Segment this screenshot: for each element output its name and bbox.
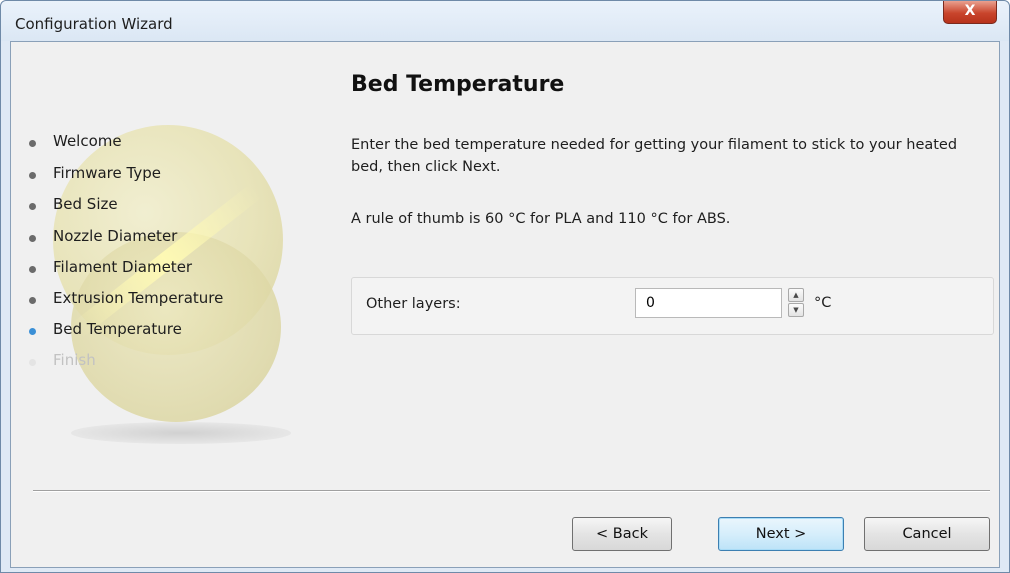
step-bullet-icon	[29, 140, 36, 147]
step-label: Extrusion Temperature	[53, 289, 224, 307]
background-logo-shadow	[71, 422, 291, 444]
page-hint: A rule of thumb is 60 °C for PLA and 110…	[351, 211, 731, 227]
wizard-window: Configuration Wizard X Welcome Firmware …	[0, 0, 1010, 573]
step-current-bullet-icon	[29, 328, 36, 335]
title-bar: Configuration Wizard X	[1, 1, 1009, 41]
next-button[interactable]: Next >	[718, 517, 844, 551]
step-label: Welcome	[53, 132, 122, 150]
step-label: Bed Temperature	[53, 320, 182, 338]
chevron-up-icon: ▲	[793, 291, 799, 299]
other-layers-temperature-input[interactable]	[635, 288, 782, 318]
step-label: Nozzle Diameter	[53, 227, 178, 245]
temperature-spinner: ▲ ▼	[788, 288, 806, 318]
spin-down-button[interactable]: ▼	[788, 303, 804, 317]
wizard-content: Welcome Firmware Type Bed Size Nozzle Di…	[10, 41, 1000, 568]
temperature-group: Other layers: ▲ ▼ °C	[351, 277, 994, 335]
page-title: Bed Temperature	[351, 72, 565, 97]
window-title: Configuration Wizard	[15, 15, 173, 33]
spin-up-button[interactable]: ▲	[788, 288, 804, 302]
step-label: Finish	[53, 351, 96, 369]
back-button[interactable]: < Back	[572, 517, 672, 551]
step-label: Firmware Type	[53, 164, 161, 182]
step-label: Filament Diameter	[53, 258, 193, 276]
close-button[interactable]: X	[943, 1, 997, 24]
chevron-down-icon: ▼	[793, 306, 799, 314]
close-icon: X	[964, 3, 976, 19]
page-description: Enter the bed temperature needed for get…	[351, 137, 958, 175]
temperature-unit: °C	[814, 295, 832, 311]
cancel-button[interactable]: Cancel	[864, 517, 990, 551]
step-bullet-icon	[29, 203, 36, 210]
step-bullet-icon	[29, 172, 36, 179]
step-bullet-icon	[29, 266, 36, 273]
footer-divider	[33, 490, 990, 492]
other-layers-label: Other layers:	[366, 296, 461, 312]
step-bullet-icon	[29, 359, 36, 366]
step-label: Bed Size	[53, 195, 118, 213]
step-bullet-icon	[29, 235, 36, 242]
step-bullet-icon	[29, 297, 36, 304]
